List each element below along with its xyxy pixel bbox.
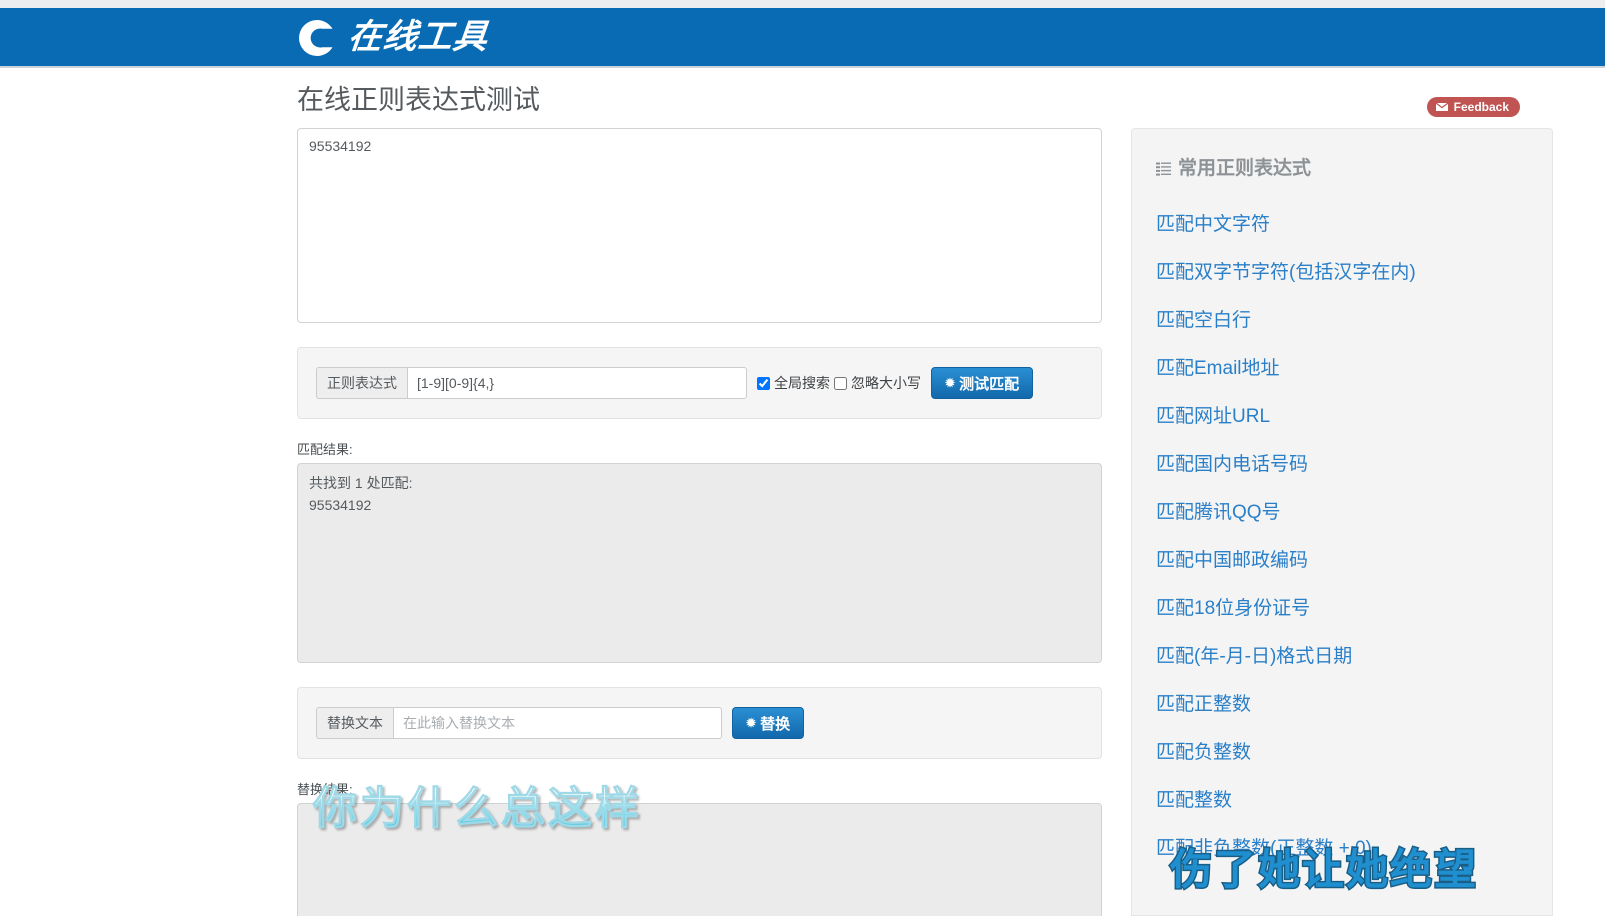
list-item: 匹配网址URL (1132, 393, 1552, 441)
ignore-case-label: 忽略大小写 (851, 375, 921, 391)
envelope-icon (1434, 102, 1449, 112)
list-item: 匹配双字节字符(包括汉字在内) (1132, 249, 1552, 297)
sidebar-link-positive-integer[interactable]: 匹配正整数 (1156, 681, 1528, 729)
sidebar-link-negative-integer[interactable]: 匹配负整数 (1156, 729, 1528, 777)
list-icon (1156, 162, 1171, 176)
feedback-button[interactable]: Feedback (1426, 97, 1520, 117)
list-item: 匹配正整数 (1132, 681, 1552, 729)
sidebar-link-url[interactable]: 匹配网址URL (1156, 393, 1528, 441)
match-result-output[interactable] (297, 463, 1102, 663)
chevron-down-icon: ✹ (746, 716, 757, 730)
list-item: 匹配空白行 (1132, 297, 1552, 345)
ignore-case-option[interactable]: 忽略大小写 (834, 373, 921, 393)
brand-logo-link[interactable]: 在线工具 (296, 8, 490, 68)
sidebar-link-nonnegative-integer[interactable]: 匹配非负整数(正整数 + 0) (1156, 825, 1528, 873)
sidebar-title-label: 常用正则表达式 (1178, 158, 1312, 179)
replace-result-label: 替换结果: (297, 782, 353, 797)
sidebar-link-id-card[interactable]: 匹配18位身份证号 (1156, 585, 1528, 633)
replace-input-row: 替换文本 ✹ 替换 (316, 707, 1083, 739)
replace-result-output[interactable] (297, 803, 1102, 916)
regex-panel: 正则表达式 全局搜索 忽略大小写 ✹ 测试匹配 (297, 347, 1102, 419)
regex-input[interactable] (407, 367, 747, 399)
brand-text: 在线工具 (346, 19, 490, 56)
list-item: 匹配整数 (1132, 777, 1552, 825)
sidebar: 常用正则表达式 匹配中文字符 匹配双字节字符(包括汉字在内) 匹配空白行 匹配E… (1131, 128, 1553, 916)
ignore-case-checkbox[interactable] (834, 376, 847, 390)
feedback-label: Feedback (1453, 100, 1509, 114)
common-regex-list: 匹配中文字符 匹配双字节字符(包括汉字在内) 匹配空白行 匹配Email地址 匹… (1132, 201, 1552, 873)
regex-options: 全局搜索 忽略大小写 (757, 367, 921, 399)
test-match-label: 测试匹配 (959, 375, 1020, 393)
global-search-checkbox[interactable] (757, 376, 770, 390)
sidebar-link-date[interactable]: 匹配(年-月-日)格式日期 (1156, 633, 1528, 681)
main-column: 正则表达式 全局搜索 忽略大小写 ✹ 测试匹配 (297, 128, 1102, 916)
list-item: 匹配负整数 (1132, 729, 1552, 777)
replace-addon-label: 替换文本 (316, 707, 393, 739)
list-item: 匹配Email地址 (1132, 345, 1552, 393)
test-match-button[interactable]: ✹ 测试匹配 (931, 367, 1034, 399)
list-item: 匹配中国邮政编码 (1132, 537, 1552, 585)
page-root: 在线工具 在线正则表达式测试 Feedback 正则表达式 全局搜索 (0, 0, 1605, 916)
replace-button-label: 替换 (760, 715, 791, 733)
sidebar-title: 常用正则表达式 (1132, 157, 1552, 181)
replace-button[interactable]: ✹ 替换 (732, 707, 805, 739)
sidebar-link-integer[interactable]: 匹配整数 (1156, 777, 1528, 825)
sidebar-link-email[interactable]: 匹配Email地址 (1156, 345, 1528, 393)
sidebar-link-postcode[interactable]: 匹配中国邮政编码 (1156, 537, 1528, 585)
sidebar-link-blank-line[interactable]: 匹配空白行 (1156, 297, 1528, 345)
regex-input-row: 正则表达式 全局搜索 忽略大小写 ✹ 测试匹配 (316, 367, 1083, 399)
sidebar-link-phone[interactable]: 匹配国内电话号码 (1156, 441, 1528, 489)
global-search-label: 全局搜索 (774, 375, 830, 391)
sidebar-link-chinese-char[interactable]: 匹配中文字符 (1156, 201, 1528, 249)
page-title: 在线正则表达式测试 (297, 85, 540, 115)
replace-text-input[interactable] (393, 707, 722, 739)
site-header: 在线工具 (0, 8, 1605, 68)
list-item: 匹配国内电话号码 (1132, 441, 1552, 489)
match-result-label: 匹配结果: (297, 442, 353, 457)
sidebar-link-double-byte-char[interactable]: 匹配双字节字符(包括汉字在内) (1156, 249, 1528, 297)
global-search-option[interactable]: 全局搜索 (757, 373, 830, 393)
source-text-input[interactable] (297, 128, 1102, 323)
chevron-down-icon: ✹ (945, 376, 956, 390)
replace-panel: 替换文本 ✹ 替换 (297, 687, 1102, 759)
top-strip (0, 0, 1605, 8)
list-item: 匹配非负整数(正整数 + 0) (1132, 825, 1552, 873)
c-logo-icon (296, 17, 338, 59)
regex-addon-label: 正则表达式 (316, 367, 407, 399)
sidebar-link-qq[interactable]: 匹配腾讯QQ号 (1156, 489, 1528, 537)
list-item: 匹配18位身份证号 (1132, 585, 1552, 633)
list-item: 匹配中文字符 (1132, 201, 1552, 249)
list-item: 匹配腾讯QQ号 (1132, 489, 1552, 537)
list-item: 匹配(年-月-日)格式日期 (1132, 633, 1552, 681)
